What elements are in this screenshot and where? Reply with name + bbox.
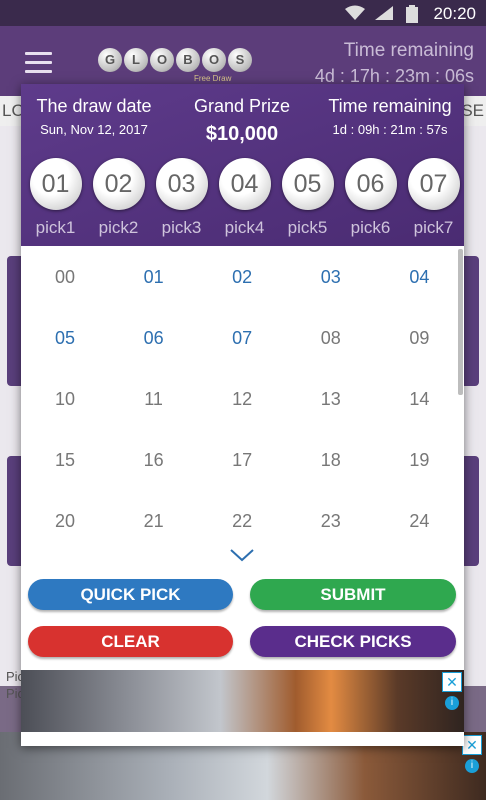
pick-slot[interactable]: 06 pick6 — [339, 158, 402, 238]
globos-logo: GLOBOS — [98, 48, 252, 76]
number-option[interactable]: 16 — [110, 450, 198, 471]
number-option[interactable]: 11 — [110, 389, 198, 410]
pick-numbers-dialog: The draw date Sun, Nov 12, 2017 Grand Pr… — [21, 84, 464, 746]
number-option[interactable]: 09 — [375, 328, 463, 349]
battery-icon — [406, 5, 418, 23]
number-option[interactable]: 14 — [375, 389, 463, 410]
signal-icon — [375, 6, 393, 20]
pick-label: pick1 — [35, 218, 76, 237]
draw-date-label: The draw date — [36, 96, 152, 116]
bottom-ad-info-icon[interactable]: i — [465, 759, 479, 773]
number-option[interactable]: 15 — [21, 450, 109, 471]
hamburger-menu-icon[interactable] — [25, 52, 52, 79]
dialog-ad-info-icon[interactable]: i — [445, 696, 459, 710]
draw-date-value: Sun, Nov 12, 2017 — [40, 122, 148, 137]
number-option[interactable]: 07 — [198, 328, 286, 349]
number-grid: 00 01 02 03 04 05 06 07 08 09 10 11 12 13 14 15 16 17 18 19… — [21, 246, 464, 566]
number-option[interactable]: 12 — [198, 389, 286, 410]
clear-button[interactable]: CLEAR — [28, 626, 233, 657]
number-option[interactable]: 13 — [287, 389, 375, 410]
pick-slot[interactable]: 07 pick7 — [402, 158, 464, 238]
logo-letter-ball: B — [176, 48, 200, 72]
status-bar: 20:20 — [0, 0, 486, 26]
pick-label: pick2 — [98, 218, 139, 237]
number-option[interactable]: 19 — [375, 450, 463, 471]
number-option[interactable]: 08 — [287, 328, 375, 349]
quick-pick-button[interactable]: QUICK PICK — [28, 579, 233, 610]
number-option[interactable]: 02 — [198, 267, 286, 288]
pick-label: pick7 — [413, 218, 454, 237]
bottom-ad-controls: ✕ i — [462, 735, 482, 773]
submit-button[interactable]: SUBMIT — [250, 579, 456, 610]
chevron-down-icon[interactable] — [229, 546, 255, 564]
pick-ball[interactable]: 07 — [407, 158, 460, 210]
grand-prize-label: Grand Prize — [193, 96, 291, 116]
dialog-ad-controls: ✕ i — [442, 672, 462, 710]
grand-prize-block: Grand Prize $10,000 — [181, 96, 303, 146]
number-option[interactable]: 03 — [287, 267, 375, 288]
pick-ball[interactable]: 01 — [29, 158, 82, 210]
number-option[interactable]: 20 — [21, 511, 109, 532]
number-grid-scrollbar[interactable] — [458, 249, 463, 395]
pick-label: pick6 — [350, 218, 391, 237]
number-option[interactable]: 06 — [110, 328, 198, 349]
dialog-header: The draw date Sun, Nov 12, 2017 Grand Pr… — [21, 84, 464, 246]
pick-ball[interactable]: 05 — [281, 158, 334, 210]
logo-letter-ball: G — [98, 48, 122, 72]
pick-label: pick5 — [287, 218, 328, 237]
app-time-label: Time remaining — [343, 40, 474, 61]
pick-slot[interactable]: 02 pick2 — [87, 158, 150, 238]
logo-subtitle: Free Draw — [194, 74, 232, 83]
pick-label: pick4 — [224, 218, 265, 237]
grand-prize-value: $10,000 — [205, 123, 279, 145]
number-option[interactable]: 22 — [198, 511, 286, 532]
background-tab-right[interactable]: SE — [461, 101, 484, 121]
selected-picks: 01 pick1 02 pick2 03 pick3 04 pick4 05 pick5 06 pic… — [24, 158, 464, 240]
logo-letter-ball: O — [202, 48, 226, 72]
draw-date-block: The draw date Sun, Nov 12, 2017 — [27, 96, 161, 137]
status-time: 20:20 — [433, 4, 476, 23]
number-option[interactable]: 10 — [21, 389, 109, 410]
pick-ball[interactable]: 02 — [92, 158, 145, 210]
number-option[interactable]: 01 — [110, 267, 198, 288]
pick-slot[interactable]: 01 pick1 — [24, 158, 87, 238]
pick-ball[interactable]: 06 — [344, 158, 397, 210]
number-option[interactable]: 05 — [21, 328, 109, 349]
number-option[interactable]: 18 — [287, 450, 375, 471]
pick-ball[interactable]: 03 — [155, 158, 208, 210]
logo-letter-ball: S — [228, 48, 252, 72]
logo-letter-ball: O — [150, 48, 174, 72]
pick-slot[interactable]: 04 pick4 — [213, 158, 276, 238]
pick-label: pick3 — [161, 218, 202, 237]
pick-slot[interactable]: 05 pick5 — [276, 158, 339, 238]
number-option[interactable]: 04 — [375, 267, 463, 288]
logo-letter-ball: L — [124, 48, 148, 72]
dialog-ad-banner[interactable] — [21, 670, 464, 732]
wifi-icon — [345, 5, 365, 20]
pick-ball[interactable]: 04 — [218, 158, 271, 210]
time-remaining-block: Time remaining 1d : 09h : 21m : 57s — [321, 96, 459, 137]
dialog-ad-close-icon[interactable]: ✕ — [442, 672, 462, 692]
pick-slot[interactable]: 03 pick3 — [150, 158, 213, 238]
number-option[interactable]: 17 — [198, 450, 286, 471]
number-option[interactable]: 23 — [287, 511, 375, 532]
time-remaining-value: 1d : 09h : 21m : 57s — [332, 122, 448, 137]
number-option[interactable]: 24 — [375, 511, 463, 532]
number-option[interactable]: 21 — [110, 511, 198, 532]
check-picks-button[interactable]: CHECK PICKS — [250, 626, 456, 657]
bottom-ad-close-icon[interactable]: ✕ — [462, 735, 482, 755]
number-option[interactable]: 00 — [21, 267, 109, 288]
time-remaining-label: Time remaining — [328, 96, 452, 116]
app-time-remaining: Time remaining 4d : 17h : 23m : 06s — [315, 40, 474, 87]
